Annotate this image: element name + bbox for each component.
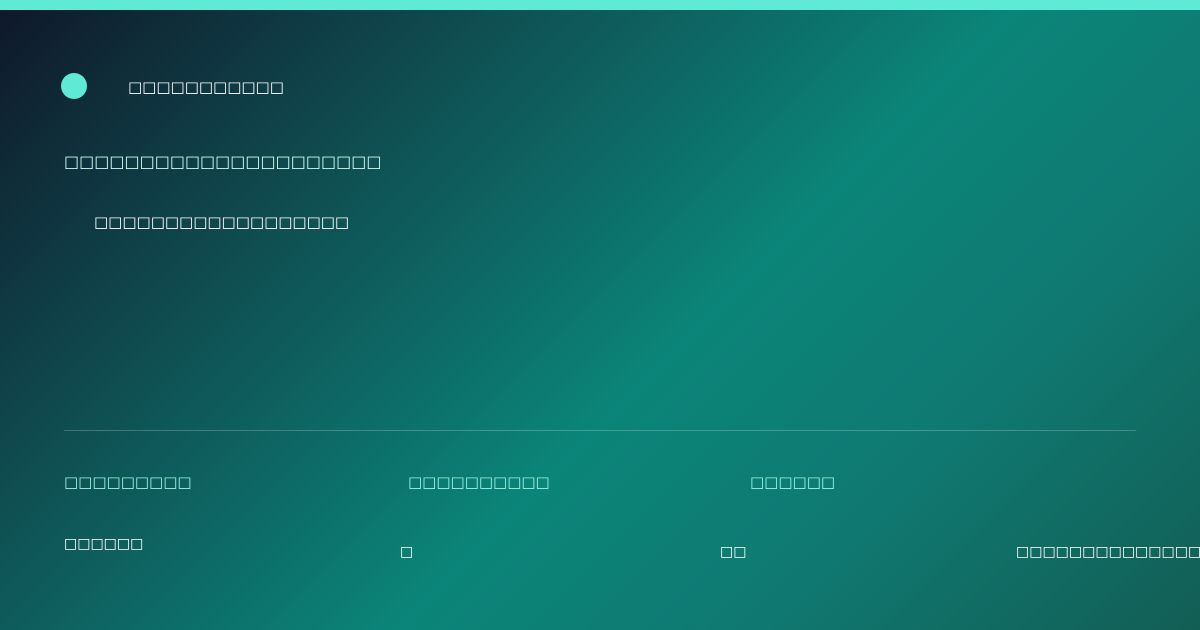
detail-value-1: □□□□□□ (64, 536, 144, 552)
detail-label-1: □□□□□□□□□ (64, 473, 192, 491)
top-accent-bar (0, 0, 1200, 10)
page-headline: □□□□□□□□□□□□□□□□□□□□□ (64, 152, 382, 171)
detail-label-2: □□□□□□□□□□ (408, 473, 550, 491)
brand-name: □□□□□□□□□□□ (128, 78, 284, 96)
detail-value-4: □□□□□□□□□□□□□□□□ (1016, 544, 1200, 560)
detail-value-2: □ (400, 544, 414, 560)
detail-value-3: □□ (720, 544, 747, 560)
section-divider (64, 430, 1136, 431)
page-subheadline: □□□□□□□□□□□□□□□□□□ (94, 213, 350, 231)
detail-label-3: □□□□□□ (750, 473, 836, 491)
brand-logo-icon (61, 73, 87, 99)
